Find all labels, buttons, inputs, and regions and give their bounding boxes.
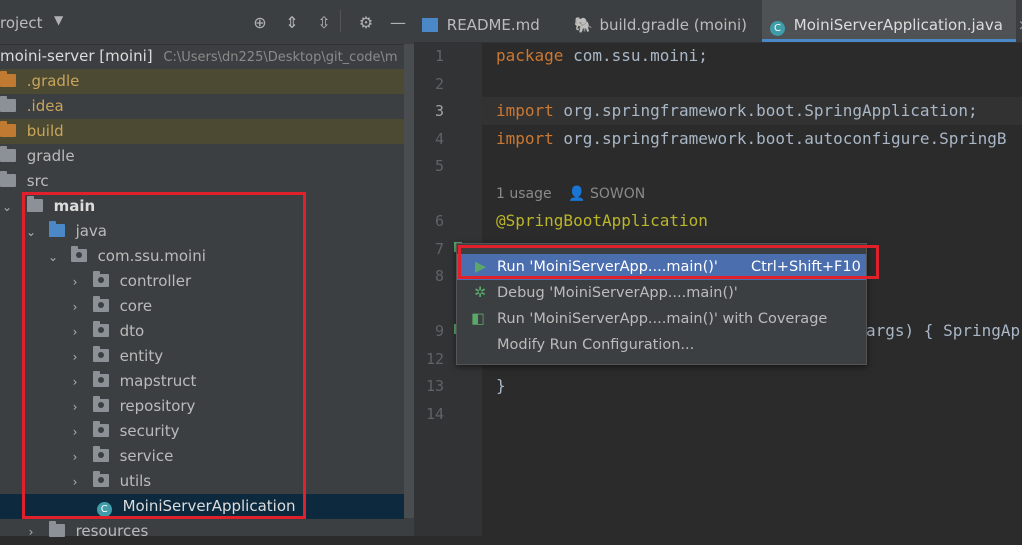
line-number: 12 bbox=[425, 350, 444, 368]
code-line-3: import org.springframework.boot.SpringAp… bbox=[496, 101, 978, 120]
folder-icon bbox=[0, 71, 16, 87]
menu-item-debug[interactable]: ✲ Debug 'MoiniServerApp....main()' bbox=[457, 280, 866, 306]
tab-label: build.gradle (moini) bbox=[599, 16, 748, 34]
tree-root-path: C:\Users\dn225\Desktop\git_code\m bbox=[163, 50, 398, 65]
editor-tab-bar: README.md 🐘 build.gradle (moini) C Moini… bbox=[414, 0, 1022, 43]
line-number: 9 bbox=[434, 322, 444, 340]
tree-root-label: moini-server [moini] bbox=[0, 47, 153, 65]
author-hint[interactable]: SOWON bbox=[590, 186, 645, 202]
folder-icon bbox=[0, 121, 16, 137]
tree-item-label: src bbox=[26, 172, 49, 190]
header-divider bbox=[340, 10, 341, 32]
import-path: org.springframework.boot.autoconfigure.S… bbox=[553, 129, 1007, 148]
minimize-icon[interactable]: — bbox=[389, 14, 407, 32]
tree-item-label: .gradle bbox=[26, 72, 80, 90]
tree-item-idea[interactable]: .idea bbox=[0, 94, 64, 119]
package-name: com.ssu.moini; bbox=[563, 46, 708, 65]
tree-item-label: resources bbox=[75, 522, 149, 540]
expand-all-icon[interactable]: ⇕ bbox=[283, 14, 301, 32]
tab-label: MoiniServerApplication.java bbox=[793, 16, 1003, 34]
line-number: 1 bbox=[434, 47, 444, 65]
folder-icon bbox=[0, 171, 16, 187]
close-icon[interactable]: × bbox=[1018, 16, 1022, 34]
line-number: 7 bbox=[434, 240, 444, 258]
tree-root[interactable]: moini-server [moini] C:\Users\dn225\Desk… bbox=[0, 44, 398, 69]
menu-item-run-coverage[interactable]: ◧ Run 'MoiniServerApp....main()' with Co… bbox=[457, 306, 866, 332]
tree-item-src[interactable]: src bbox=[0, 169, 49, 194]
menu-item-label: Debug 'MoiniServerApp....main()' bbox=[497, 285, 738, 301]
tree-item-label: gradle bbox=[26, 147, 75, 165]
chevron-down-icon[interactable]: ▼ bbox=[54, 13, 63, 27]
code-line-9-tail: args) { SpringAp bbox=[866, 321, 1021, 340]
code-vision-hints: 1 usage 👤 SOWON bbox=[496, 186, 645, 202]
tree-item-label: .idea bbox=[26, 97, 64, 115]
line-number: 4 bbox=[434, 130, 444, 148]
tab-moini-server-application[interactable]: C MoiniServerApplication.java × bbox=[762, 0, 1022, 42]
keyword-package: package bbox=[496, 46, 564, 65]
gradle-icon: 🐘 bbox=[574, 16, 593, 34]
coverage-icon: ◧ bbox=[471, 311, 485, 327]
tab-build-gradle[interactable]: 🐘 build.gradle (moini) bbox=[574, 0, 759, 42]
line-number: 14 bbox=[425, 405, 444, 423]
tab-label: README.md bbox=[446, 16, 540, 34]
highlight-box-main bbox=[22, 192, 306, 519]
keyword-import: import bbox=[496, 101, 554, 120]
markdown-file-icon bbox=[422, 18, 438, 32]
line-number: 3 bbox=[434, 102, 444, 120]
line-number: 13 bbox=[425, 377, 444, 395]
line-number: 5 bbox=[434, 157, 444, 175]
project-scrollbar[interactable] bbox=[404, 44, 414, 518]
usage-hint[interactable]: 1 usage bbox=[496, 186, 552, 202]
tree-item-label: build bbox=[26, 122, 64, 140]
folder-icon bbox=[0, 146, 16, 162]
locate-icon[interactable]: ⊕ bbox=[251, 14, 269, 32]
tree-item-resources[interactable]: › resources bbox=[24, 519, 148, 544]
folder-icon bbox=[0, 96, 16, 112]
debug-icon: ✲ bbox=[474, 285, 487, 301]
tab-readme[interactable]: README.md bbox=[422, 0, 572, 42]
code-line-4: import org.springframework.boot.autoconf… bbox=[496, 129, 1007, 148]
project-panel-header: roject ▼ ⊕ ⇕ ⇳ ⚙ — bbox=[0, 0, 414, 45]
code-annotation: @SpringBootApplication bbox=[496, 211, 708, 230]
folder-icon bbox=[48, 521, 65, 537]
project-panel-title[interactable]: roject bbox=[0, 14, 43, 32]
import-path: org.springframework.boot.SpringApplicati… bbox=[553, 101, 978, 120]
spring-class-icon: C bbox=[770, 21, 785, 36]
chevron-right-icon[interactable]: › bbox=[24, 520, 38, 545]
highlight-box-run bbox=[458, 245, 879, 279]
user-icon: 👤 bbox=[568, 186, 586, 202]
menu-item-label: Run 'MoiniServerApp....main()' with Cove… bbox=[497, 311, 828, 327]
keyword-import: import bbox=[496, 129, 554, 148]
collapse-all-icon[interactable]: ⇳ bbox=[315, 14, 333, 32]
code-line-13: } bbox=[496, 376, 506, 395]
line-number: 2 bbox=[434, 75, 444, 93]
tree-item-gradle[interactable]: gradle bbox=[0, 144, 75, 169]
line-number: 8 bbox=[434, 267, 444, 285]
chevron-down-icon[interactable]: ⌄ bbox=[0, 195, 14, 220]
menu-item-modify-run-config[interactable]: Modify Run Configuration... bbox=[457, 332, 866, 358]
tree-item-gradle-cache[interactable]: .gradle bbox=[0, 69, 414, 94]
tree-item-build[interactable]: build bbox=[0, 119, 414, 144]
menu-item-label: Modify Run Configuration... bbox=[497, 337, 695, 353]
gear-icon[interactable]: ⚙ bbox=[357, 14, 375, 32]
code-line-1: package com.ssu.moini; bbox=[496, 46, 708, 65]
line-number: 6 bbox=[434, 212, 444, 230]
